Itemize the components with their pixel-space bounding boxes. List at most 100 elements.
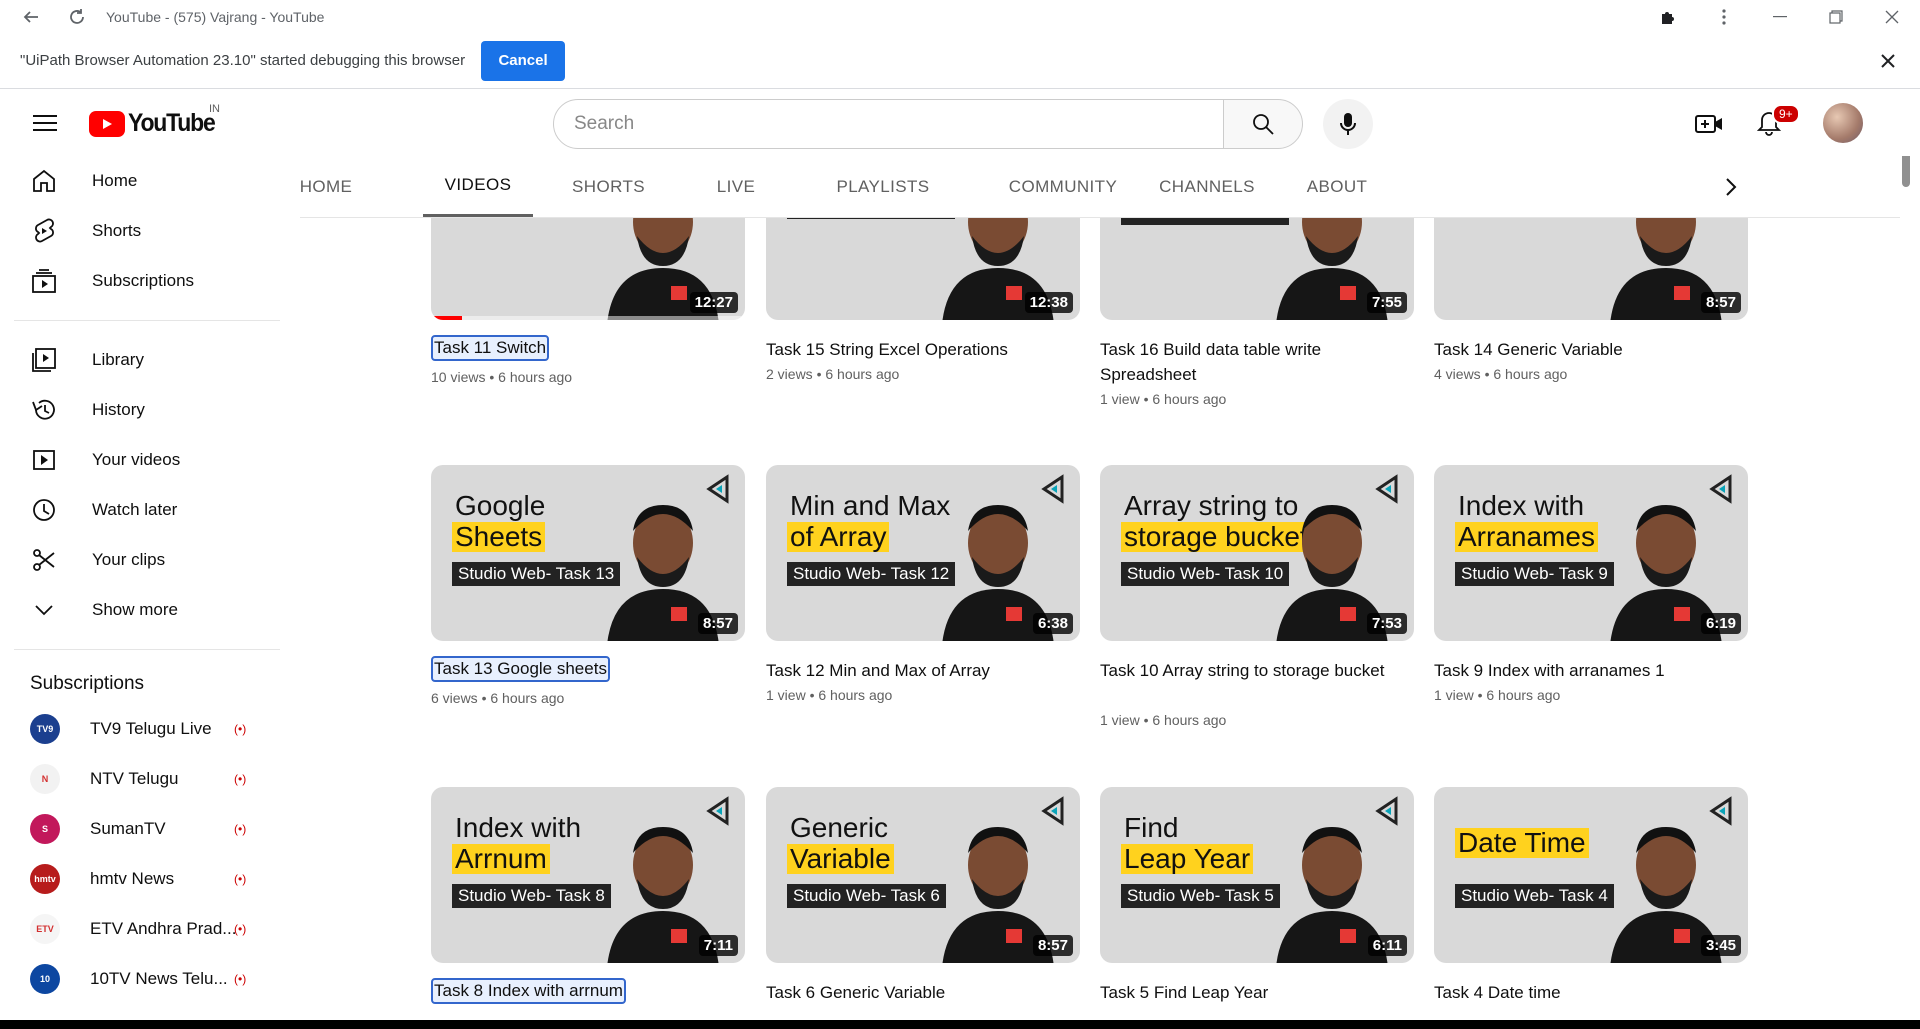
channel-avatar: N bbox=[30, 764, 60, 794]
video-title[interactable]: Task 5 Find Leap Year bbox=[1100, 980, 1420, 1005]
sidebar-item-label: Home bbox=[92, 171, 138, 190]
video-duration: 7:53 bbox=[1366, 613, 1407, 634]
video-title[interactable]: Task 10 Array string to storage bucket bbox=[1100, 658, 1420, 683]
youtube-play-icon bbox=[89, 110, 125, 137]
uipath-logo-icon bbox=[705, 474, 733, 504]
subscriptions-heading: Subscriptions bbox=[30, 673, 145, 694]
subscription-channel[interactable]: N NTV Telugu (•) bbox=[0, 754, 282, 804]
shorts-icon bbox=[30, 217, 58, 245]
tab-channels[interactable]: CHANNELS bbox=[1152, 156, 1262, 218]
video-duration: 8:57 bbox=[1032, 935, 1073, 956]
thumbnail-task-label: Studio Web- Task 9 bbox=[1455, 562, 1614, 586]
window-close-icon[interactable] bbox=[1864, 0, 1920, 33]
channel-avatar: ETV bbox=[30, 914, 60, 944]
video-thumbnail[interactable]: Find Leap Year Studio Web- Task 5 6:11 bbox=[1100, 787, 1414, 963]
video-title[interactable]: Task 14 Generic Variable bbox=[1434, 337, 1754, 362]
video-thumbnail[interactable]: Generic Variable Studio Web- Task 6 8:57 bbox=[766, 787, 1080, 963]
taskbar-edge bbox=[0, 1020, 1920, 1029]
sidebar-item-home[interactable]: Home bbox=[0, 156, 282, 206]
video-title[interactable]: Task 12 Min and Max of Array bbox=[766, 658, 1086, 683]
your-videos-icon bbox=[30, 446, 58, 474]
sidebar-item-history[interactable]: History bbox=[0, 385, 282, 435]
channel-name: ETV Andhra Prad... bbox=[90, 919, 237, 938]
live-broadcast-icon: (•) bbox=[234, 922, 247, 936]
channel-name: hmtv News bbox=[90, 869, 175, 888]
home-icon bbox=[30, 167, 58, 195]
sidebar-item-watch-later[interactable]: Watch later bbox=[0, 485, 282, 535]
tab-community[interactable]: COMMUNITY bbox=[994, 156, 1132, 218]
video-thumbnail[interactable]: Google Sheets Studio Web- Task 13 8:57 bbox=[431, 465, 745, 641]
thumbnail-headline-highlight: Sheets bbox=[452, 522, 546, 552]
video-title[interactable]: Task 4 Date time bbox=[1434, 980, 1754, 1005]
search-box[interactable] bbox=[553, 99, 1224, 149]
video-title[interactable]: Task 15 String Excel Operations bbox=[766, 337, 1086, 362]
tab-playlists[interactable]: PLAYLISTS bbox=[826, 156, 940, 218]
video-title[interactable]: Task 11 Switch bbox=[431, 335, 550, 361]
account-avatar[interactable] bbox=[1823, 103, 1863, 143]
search-button[interactable] bbox=[1223, 99, 1303, 149]
notification-badge: 9+ bbox=[1772, 104, 1800, 124]
subscription-channel[interactable]: 10 10TV News Telu... (•) bbox=[0, 954, 282, 1004]
chevron-right-icon[interactable] bbox=[1716, 172, 1746, 202]
reload-icon[interactable] bbox=[66, 6, 88, 28]
sidebar-item-library[interactable]: Library bbox=[0, 335, 282, 385]
cancel-button[interactable]: Cancel bbox=[481, 40, 566, 81]
sidebar-item-your-videos[interactable]: Your videos bbox=[0, 435, 282, 485]
sidebar-item-label: Your clips bbox=[92, 550, 166, 569]
video-title[interactable]: Task 16 Build data table write Spreadshe… bbox=[1100, 337, 1420, 387]
thumbnail-headline: Find bbox=[1124, 812, 1179, 843]
thumbnail-headline-highlight: Arrnum bbox=[452, 844, 550, 874]
video-title[interactable]: Task 9 Index with arranames 1 bbox=[1434, 658, 1754, 683]
youtube-logo[interactable]: YouTube IN bbox=[89, 103, 222, 138]
video-thumbnail[interactable]: Date Time Studio Web- Task 4 3:45 bbox=[1434, 787, 1748, 963]
sidebar-item-label: Shorts bbox=[92, 221, 142, 240]
thumbnail-task-label: Studio Web- Task 6 bbox=[787, 884, 946, 908]
search-icon bbox=[1253, 114, 1274, 135]
channel-name: 10TV News Telu... bbox=[90, 969, 228, 988]
video-meta: 1 view • 6 hours ago bbox=[1100, 391, 1227, 407]
chevron-down-icon bbox=[30, 596, 58, 624]
browser-menu-icon[interactable] bbox=[1696, 0, 1752, 33]
subscription-channel[interactable]: S SumanTV (•) bbox=[0, 804, 282, 854]
subscription-channel[interactable]: ETV ETV Andhra Prad... (•) bbox=[0, 904, 282, 954]
subscription-channel[interactable]: TV9 TV9 Telugu Live (•) bbox=[0, 704, 282, 754]
subscription-channel[interactable]: hmtv hmtv News (•) bbox=[0, 854, 282, 904]
tab-about[interactable]: ABOUT bbox=[1292, 156, 1382, 218]
video-title[interactable]: Task 13 Google sheets bbox=[431, 656, 610, 682]
voice-search-button[interactable] bbox=[1323, 99, 1373, 149]
tab-shorts[interactable]: SHORTS bbox=[560, 156, 657, 218]
sidebar-item-your-clips[interactable]: Your clips bbox=[0, 535, 282, 585]
thumbnail-headline-highlight: of Array bbox=[787, 522, 890, 552]
video-thumbnail[interactable]: Index with Arranames Studio Web- Task 9 6:1… bbox=[1434, 465, 1748, 641]
video-title[interactable]: Task 6 Generic Variable bbox=[766, 980, 1086, 1005]
video-title[interactable]: Task 8 Index with arrnum bbox=[431, 978, 626, 1004]
sidebar-item-shorts[interactable]: Shorts bbox=[0, 206, 282, 256]
restore-icon[interactable] bbox=[1808, 0, 1864, 33]
search-input[interactable] bbox=[574, 113, 1223, 135]
extensions-icon[interactable] bbox=[1640, 0, 1696, 33]
sidebar-item-subscriptions[interactable]: Subscriptions bbox=[0, 256, 282, 306]
tab-home[interactable]: HOME bbox=[276, 156, 376, 218]
infobar-close-icon[interactable] bbox=[1876, 49, 1900, 73]
thumbnail-task-label: Studio Web- Task 10 bbox=[1121, 562, 1290, 586]
video-duration: 7:11 bbox=[698, 935, 738, 956]
hamburger-menu-icon[interactable] bbox=[32, 110, 58, 136]
minimize-icon[interactable] bbox=[1752, 0, 1808, 33]
live-broadcast-icon: (•) bbox=[234, 772, 247, 786]
video-meta: 1 view • 6 hours ago bbox=[1434, 687, 1561, 703]
tab-live[interactable]: LIVE bbox=[710, 156, 762, 218]
channel-tabs: HOME VIDEOS SHORTS LIVE PLAYLISTS COMMUNITY CH… bbox=[300, 156, 1900, 218]
create-video-icon[interactable] bbox=[1692, 107, 1726, 141]
uipath-logo-icon bbox=[1040, 474, 1068, 504]
thumbnail-headline: Generic bbox=[790, 812, 889, 843]
channel-avatar: TV9 bbox=[30, 714, 60, 744]
video-thumbnail[interactable]: Min and Max of Array Studio Web- Task 12 6:… bbox=[766, 465, 1080, 641]
video-thumbnail[interactable]: Index with Arrnum Studio Web- Task 8 7:11 bbox=[431, 787, 745, 963]
microphone-icon bbox=[1340, 113, 1356, 135]
channel-name: NTV Telugu bbox=[90, 769, 179, 788]
sidebar-item-show-more[interactable]: Show more bbox=[0, 585, 282, 635]
back-icon[interactable] bbox=[20, 6, 42, 28]
tab-videos[interactable]: VIDEOS bbox=[423, 156, 533, 217]
video-thumbnail[interactable]: Array string to storage bucket Studio Web-… bbox=[1100, 465, 1414, 641]
library-icon bbox=[30, 346, 58, 374]
